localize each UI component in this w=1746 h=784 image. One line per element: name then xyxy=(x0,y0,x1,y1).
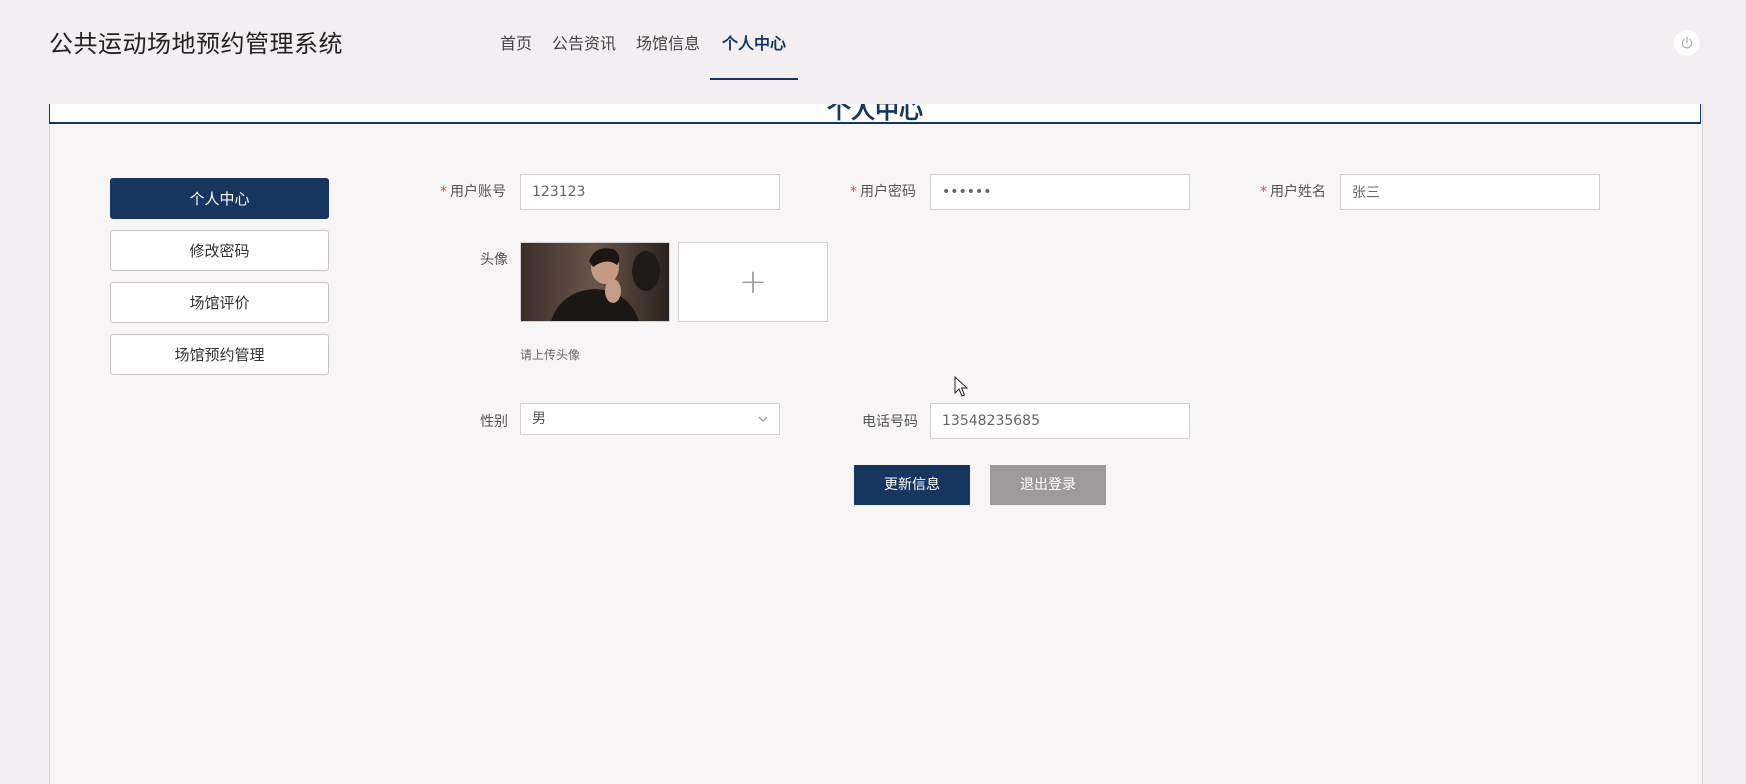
password-label-text: 用户密码 xyxy=(860,184,916,200)
main-nav: 首页 公告资讯 场馆信息 个人中心 xyxy=(490,0,799,80)
card-banner: 个人中心 xyxy=(49,104,1701,124)
name-label: * 用户姓名 xyxy=(1260,181,1326,201)
plus-icon: + xyxy=(738,262,768,302)
chevron-down-icon xyxy=(758,416,768,422)
gender-label: 性别 xyxy=(480,414,508,430)
nav-item-news[interactable]: 公告资讯 xyxy=(542,0,626,80)
site-title: 公共运动场地预约管理系统 xyxy=(49,30,343,58)
account-input[interactable] xyxy=(520,174,780,210)
required-mark: * xyxy=(1260,184,1267,200)
account-label-text: 用户账号 xyxy=(450,184,506,200)
mouse-cursor-icon xyxy=(954,376,969,397)
password-input[interactable] xyxy=(930,174,1190,210)
update-info-button[interactable]: 更新信息 xyxy=(854,465,970,505)
avatar-hint: 请上传头像 xyxy=(520,348,581,362)
name-input[interactable] xyxy=(1340,174,1600,210)
phone-label: 电话号码 xyxy=(862,414,918,430)
gender-select-value: 男 xyxy=(532,411,546,427)
avatar-upload-button[interactable]: + xyxy=(678,242,828,322)
password-label: * 用户密码 xyxy=(850,181,916,201)
required-mark: * xyxy=(850,184,857,200)
sidebar-item-venue-review[interactable]: 场馆评价 xyxy=(110,282,329,323)
header: 公共运动场地预约管理系统 首页 公告资讯 场馆信息 个人中心 xyxy=(0,0,1746,86)
name-label-text: 用户姓名 xyxy=(1270,184,1326,200)
sidebar-item-booking-management[interactable]: 场馆预约管理 xyxy=(110,334,329,375)
required-mark: * xyxy=(440,184,447,200)
phone-input[interactable] xyxy=(930,403,1190,439)
account-label: * 用户账号 xyxy=(440,181,506,201)
avatar-label: 头像 xyxy=(480,252,508,268)
gender-select[interactable]: 男 xyxy=(520,403,780,435)
avatar-photo xyxy=(521,243,669,321)
nav-item-home[interactable]: 首页 xyxy=(490,0,542,80)
logout-power-button[interactable] xyxy=(1674,30,1700,56)
power-icon xyxy=(1681,36,1693,49)
card-banner-title: 个人中心 xyxy=(827,104,923,124)
avatar-image[interactable] xyxy=(520,242,670,322)
nav-item-personal-center[interactable]: 个人中心 xyxy=(710,0,799,80)
sidebar-item-change-password[interactable]: 修改密码 xyxy=(110,230,329,271)
logout-button[interactable]: 退出登录 xyxy=(990,465,1106,505)
nav-item-venues[interactable]: 场馆信息 xyxy=(626,0,710,80)
sidebar-item-personal-center[interactable]: 个人中心 xyxy=(110,178,329,219)
